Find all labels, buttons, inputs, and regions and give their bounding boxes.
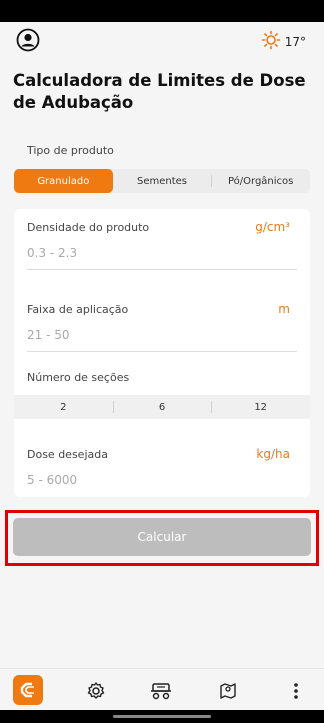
bottom-navigation [0,668,324,710]
logo-icon[interactable] [13,675,43,705]
density-label: Densidade do produto [27,221,150,234]
dose-label: Dose desejada [27,448,108,461]
product-type-option-po-organicos[interactable]: Pó/Orgânicos [211,169,310,193]
dose-field[interactable]: Dose desejada kg/ha 5 - 6000 [27,437,297,495]
density-field[interactable]: Densidade do produto g/cm³ 0.3 - 2.3 [27,209,297,271]
settings-gear-icon[interactable] [82,677,110,705]
product-type-option-granulado[interactable]: Granulado [14,169,113,193]
page-title: Calculadora de Limites de Dose de Adubaç… [13,71,306,112]
weather-widget[interactable]: 17° [261,30,306,53]
input-card: Densidade do produto g/cm³ 0.3 - 2.3 Fai… [14,209,310,497]
weather-temperature: 17° [284,34,306,49]
gesture-bar [0,710,324,723]
more-vertical-icon[interactable] [282,677,310,705]
application-range-label: Faixa de aplicação [27,303,129,316]
top-bar: 17° [0,22,324,60]
sections-option-12[interactable]: 12 [211,395,310,419]
sections-selector: 2 6 12 [14,395,310,419]
calculate-button[interactable]: Calcular [13,518,311,556]
product-type-option-sementes[interactable]: Sementes [113,169,212,193]
sections-option-2[interactable]: 2 [14,395,113,419]
product-type-label: Tipo de produto [27,144,114,157]
sections-label: Número de seções [27,371,130,384]
machine-icon[interactable] [147,677,175,705]
application-range-field[interactable]: Faixa de aplicação m 21 - 50 [27,291,297,353]
status-bar [0,0,324,22]
product-type-selector: Granulado Sementes Pó/Orgânicos [14,169,310,193]
application-range-underline [27,351,297,352]
dose-unit: kg/ha [256,447,290,461]
sun-icon [261,30,281,53]
home-indicator[interactable] [113,715,211,718]
sections-option-6[interactable]: 6 [112,395,212,419]
density-input[interactable]: 0.3 - 2.3 [27,246,77,260]
dose-input[interactable]: 5 - 6000 [27,473,77,487]
map-pin-icon[interactable] [214,677,242,705]
profile-avatar-icon[interactable] [16,28,40,52]
density-unit: g/cm³ [255,220,290,234]
application-range-input[interactable]: 21 - 50 [27,328,70,342]
application-range-unit: m [278,302,290,316]
density-underline [27,269,297,270]
